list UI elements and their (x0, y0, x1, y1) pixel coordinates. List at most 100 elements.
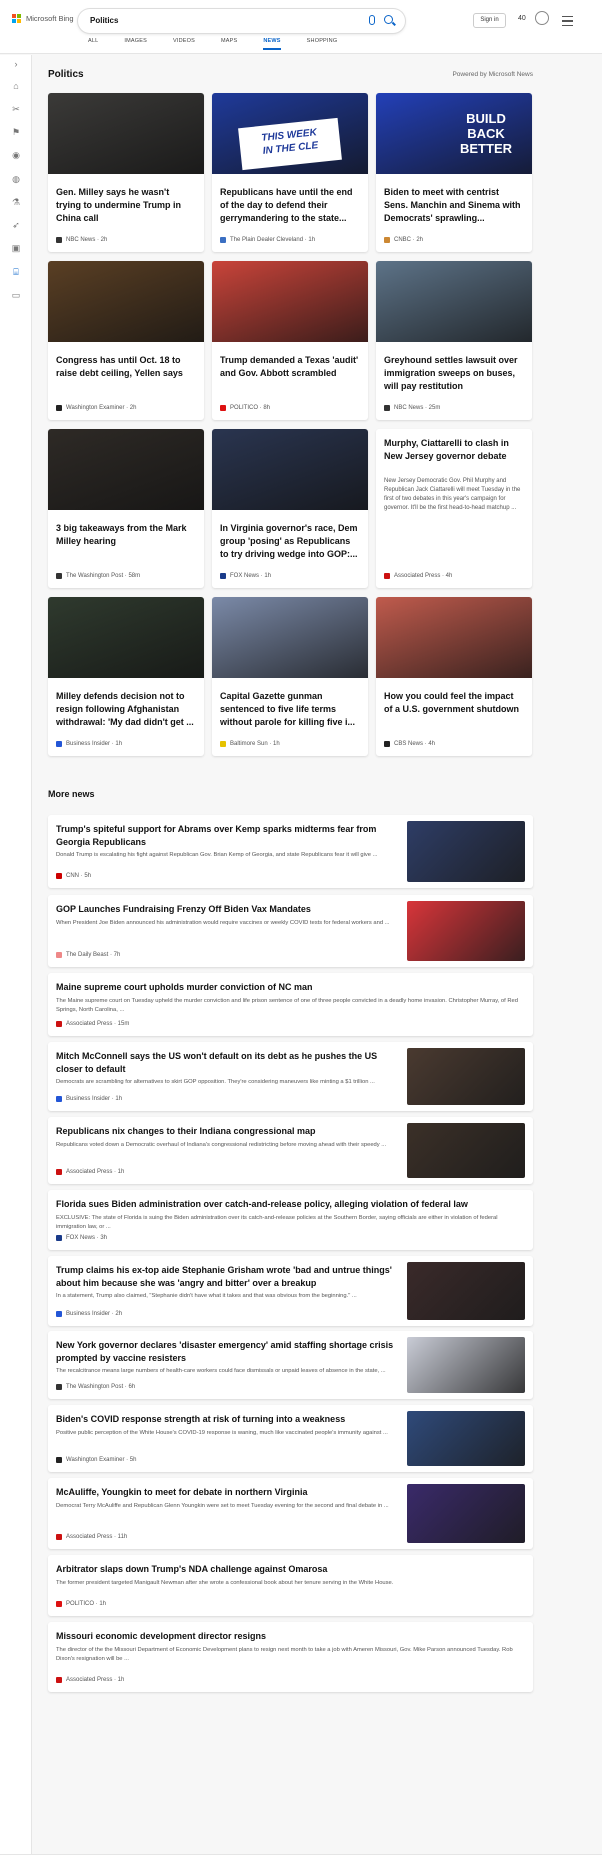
news-item-source[interactable]: Associated Press · 15m (56, 1021, 129, 1027)
news-card-image[interactable] (212, 597, 368, 678)
news-card-source[interactable]: Baltimore Sun · 1h (220, 741, 280, 747)
news-item-thumbnail[interactable] (407, 1048, 525, 1105)
news-item-source[interactable]: The Washington Post · 6h (56, 1384, 135, 1390)
news-card-source[interactable]: NBC News · 25m (384, 405, 440, 411)
news-card-title[interactable]: 3 big takeaways from the Mark Milley hea… (56, 522, 196, 548)
news-item-title[interactable]: GOP Launches Fundraising Frenzy Off Bide… (56, 903, 396, 916)
news-card-title[interactable]: Biden to meet with centrist Sens. Manchi… (384, 186, 524, 225)
news-card-title[interactable]: Greyhound settles lawsuit over immigrati… (384, 354, 524, 393)
news-card[interactable]: In Virginia governor's race, Dem group '… (212, 429, 368, 588)
news-card[interactable]: Greyhound settles lawsuit over immigrati… (376, 261, 532, 420)
location-icon[interactable]: ◉ (11, 150, 21, 160)
news-item-title[interactable]: McAuliffe, Youngkin to meet for debate i… (56, 1486, 396, 1499)
news-card[interactable]: How you could feel the impact of a U.S. … (376, 597, 532, 756)
news-item-thumbnail[interactable] (407, 1337, 525, 1393)
news-card-source[interactable]: Associated Press · 4h (384, 573, 452, 579)
news-list-item[interactable]: Biden's COVID response strength at risk … (48, 1405, 533, 1472)
news-card-image[interactable] (48, 597, 204, 678)
news-item-source[interactable]: Business Insider · 1h (56, 1096, 122, 1102)
news-item-title[interactable]: New York governor declares 'disaster eme… (56, 1339, 396, 1365)
news-item-source[interactable]: Associated Press · 1h (56, 1677, 124, 1683)
news-list-item[interactable]: Republicans nix changes to their Indiana… (48, 1117, 533, 1184)
news-card[interactable]: Milley defends decision not to resign fo… (48, 597, 204, 756)
news-card-source[interactable]: CNBC · 2h (384, 237, 423, 243)
search-icon[interactable] (384, 15, 393, 24)
news-item-title[interactable]: Mitch McConnell says the US won't defaul… (56, 1050, 396, 1076)
news-item-source[interactable]: Associated Press · 1h (56, 1169, 124, 1175)
news-card[interactable]: Trump demanded a Texas 'audit' and Gov. … (212, 261, 368, 420)
news-card[interactable]: Congress has until Oct. 18 to raise debt… (48, 261, 204, 420)
news-card-title[interactable]: Gen. Milley says he wasn't trying to und… (56, 186, 196, 225)
search-query[interactable]: Politics (90, 16, 118, 25)
scissors-icon[interactable]: ✂ (11, 104, 21, 114)
microphone-icon[interactable] (369, 15, 375, 25)
news-card-image[interactable] (48, 93, 204, 174)
news-item-title[interactable]: Republicans nix changes to their Indiana… (56, 1125, 396, 1138)
tab-news[interactable]: NEWS (263, 38, 281, 50)
news-item-title[interactable]: Trump's spiteful support for Abrams over… (56, 823, 396, 849)
news-card[interactable]: THIS WEEK IN THE CLE Republicans have unti… (212, 93, 368, 252)
globe-icon[interactable]: ◍ (11, 174, 21, 184)
news-item-thumbnail[interactable] (407, 1411, 525, 1466)
news-list-item[interactable]: Trump's spiteful support for Abrams over… (48, 815, 533, 888)
news-list-item[interactable]: Florida sues Biden administration over c… (48, 1190, 533, 1250)
news-list-item[interactable]: Trump claims his ex-top aide Stephanie G… (48, 1256, 533, 1326)
home-icon[interactable]: ⌂ (11, 81, 21, 91)
tab-all[interactable]: ALL (88, 38, 98, 50)
news-item-thumbnail[interactable] (407, 821, 525, 882)
news-list-item[interactable]: New York governor declares 'disaster eme… (48, 1331, 533, 1399)
news-card-image[interactable] (48, 429, 204, 510)
news-card-title[interactable]: Trump demanded a Texas 'audit' and Gov. … (220, 354, 360, 380)
news-card-image[interactable] (376, 261, 532, 342)
news-list-item[interactable]: Mitch McConnell says the US won't defaul… (48, 1042, 533, 1111)
news-card-title[interactable]: Milley defends decision not to resign fo… (56, 690, 196, 729)
news-card[interactable]: BUILD BACK BETTER Biden to meet with cent… (376, 93, 532, 252)
news-card-image[interactable] (376, 597, 532, 678)
news-item-source[interactable]: Business Insider · 2h (56, 1311, 122, 1317)
news-item-title[interactable]: Florida sues Biden administration over c… (56, 1198, 521, 1211)
search-input[interactable]: Politics (78, 9, 405, 33)
news-card-image[interactable]: BUILD BACK BETTER (376, 93, 532, 174)
news-item-thumbnail[interactable] (407, 1484, 525, 1543)
news-card-title[interactable]: Republicans have until the end of the da… (220, 186, 360, 225)
news-card-image[interactable] (212, 261, 368, 342)
news-card-source[interactable]: The Plain Dealer Cleveland · 1h (220, 237, 315, 243)
news-card-image[interactable] (48, 261, 204, 342)
news-card-title[interactable]: Congress has until Oct. 18 to raise debt… (56, 354, 196, 380)
news-card[interactable]: Gen. Milley says he wasn't trying to und… (48, 93, 204, 252)
news-card-source[interactable]: NBC News · 2h (56, 237, 107, 243)
news-item-title[interactable]: Missouri economic development director r… (56, 1630, 521, 1643)
news-card[interactable]: Murphy, Ciattarelli to clash in New Jers… (376, 429, 532, 588)
news-card-source[interactable]: Business Insider · 1h (56, 741, 122, 747)
news-card-title[interactable]: How you could feel the impact of a U.S. … (384, 690, 524, 716)
expand-icon[interactable]: › (11, 59, 21, 69)
news-card-image[interactable]: THIS WEEK IN THE CLE (212, 93, 368, 174)
powered-by[interactable]: Powered by Microsoft News (452, 71, 533, 78)
tab-maps[interactable]: MAPS (221, 38, 237, 50)
rewards-trophy-icon[interactable] (535, 11, 549, 25)
news-item-source[interactable]: Washington Examiner · 5h (56, 1457, 136, 1463)
news-item-source[interactable]: The Daily Beast · 7h (56, 952, 120, 958)
news-card[interactable]: Capital Gazette gunman sentenced to five… (212, 597, 368, 756)
news-card-source[interactable]: POLITICO · 8h (220, 405, 270, 411)
news-list-item[interactable]: GOP Launches Fundraising Frenzy Off Bide… (48, 895, 533, 967)
flag-icon[interactable]: ⚑ (11, 127, 21, 137)
card-icon[interactable]: ▭ (11, 290, 21, 300)
news-card-source[interactable]: The Washington Post · 58m (56, 573, 140, 579)
tab-videos[interactable]: VIDEOS (173, 38, 195, 50)
news-item-thumbnail[interactable] (407, 1262, 525, 1320)
tab-images[interactable]: IMAGES (124, 38, 147, 50)
news-item-source[interactable]: POLITICO · 1h (56, 1601, 106, 1607)
news-card-title[interactable]: Murphy, Ciattarelli to clash in New Jers… (384, 437, 524, 463)
news-card-title[interactable]: In Virginia governor's race, Dem group '… (220, 522, 360, 561)
news-list-item[interactable]: McAuliffe, Youngkin to meet for debate i… (48, 1478, 533, 1549)
news-card-image[interactable] (212, 429, 368, 510)
news-list-item[interactable]: Arbitrator slaps down Trump's NDA challe… (48, 1555, 533, 1616)
rocket-icon[interactable]: ➶ (11, 220, 21, 230)
news-card-source[interactable]: FOX News · 1h (220, 573, 271, 579)
news-item-source[interactable]: Associated Press · 11h (56, 1534, 127, 1540)
tab-shopping[interactable]: SHOPPING (307, 38, 338, 50)
news-card[interactable]: 3 big takeaways from the Mark Milley hea… (48, 429, 204, 588)
news-card-title[interactable]: Capital Gazette gunman sentenced to five… (220, 690, 360, 729)
film-icon[interactable]: ▣ (11, 243, 21, 253)
